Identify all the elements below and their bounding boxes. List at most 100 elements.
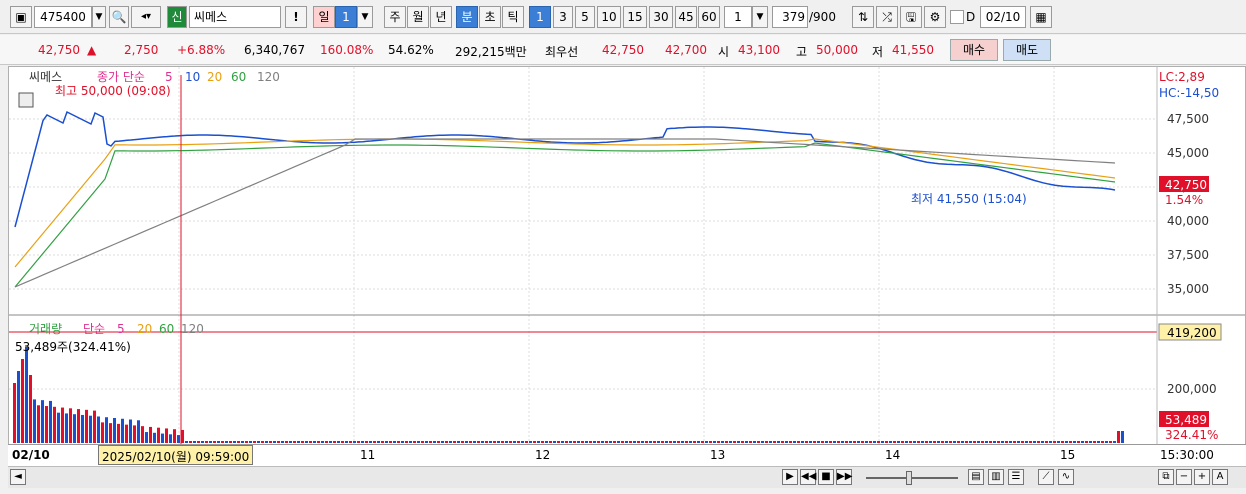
rewind-icon[interactable]: ◀◀ xyxy=(800,469,816,485)
volume-bar xyxy=(645,441,648,443)
chart-type-icon[interactable]: ⇅ xyxy=(852,6,874,28)
period-month[interactable]: 월 xyxy=(407,6,429,28)
chart-marks xyxy=(13,110,1124,443)
volume-bar xyxy=(133,425,136,443)
minute-45[interactable]: 45 xyxy=(675,6,697,28)
period-year[interactable]: 년 xyxy=(430,6,452,28)
zoom-fit-icon[interactable]: ⧉ xyxy=(1158,469,1174,485)
code-dropdown-button[interactable]: ▼ xyxy=(92,6,106,28)
volume-bar xyxy=(1069,441,1072,443)
volume-bar xyxy=(565,441,568,443)
play-icon[interactable]: ▶ xyxy=(782,469,798,485)
history-button[interactable]: ◂▾ xyxy=(131,6,161,28)
period-week[interactable]: 주 xyxy=(384,6,406,28)
scroll-left-icon[interactable]: ◄ xyxy=(10,469,26,485)
split-icon[interactable]: ▥ xyxy=(988,469,1004,485)
screen-icon[interactable]: ▣ xyxy=(10,6,32,28)
buy-button[interactable]: 매수 xyxy=(950,39,998,61)
date-input[interactable]: 02/10 xyxy=(980,6,1026,28)
volume-bar xyxy=(829,441,832,443)
price-volume-chart[interactable]: 씨메스 종가 단순 5 10 20 60 120 최고 50,000 (09:0… xyxy=(9,67,1245,445)
zoom-in-icon[interactable]: + xyxy=(1194,469,1210,485)
interval-input[interactable]: 1 xyxy=(724,6,752,28)
volume-ratio: 160.08% xyxy=(320,43,374,57)
volume-bar xyxy=(285,441,288,443)
volume-bar xyxy=(273,441,276,443)
volume-bar xyxy=(397,441,400,443)
indicator-icon[interactable]: ☰ xyxy=(1008,469,1024,485)
draw-tool-icon[interactable]: ∿ xyxy=(1058,469,1074,485)
date-checkbox[interactable] xyxy=(950,10,964,24)
scroll-bar[interactable]: ◄ ▶ ◀◀ ■ ▶▶ ▤ ▥ ☰ ⟋ ∿ ⧉ − + A xyxy=(8,466,1246,488)
alert-button[interactable]: ! xyxy=(285,6,307,28)
zoom-slider[interactable] xyxy=(866,477,958,479)
volume-bar xyxy=(417,441,420,443)
volume-bar xyxy=(1021,441,1024,443)
forward-icon[interactable]: ▶▶ xyxy=(836,469,852,485)
volume-bar xyxy=(57,412,60,443)
zoom-out-icon[interactable]: − xyxy=(1176,469,1192,485)
layout-icon[interactable]: ▤ xyxy=(968,469,984,485)
period-second[interactable]: 초 xyxy=(479,6,501,28)
volume-bar xyxy=(605,441,608,443)
period-dropdown-icon[interactable]: ▼ xyxy=(357,6,373,28)
minute-1[interactable]: 1 xyxy=(529,6,551,28)
volume-bar xyxy=(89,415,92,443)
turnover-rate: 54.62% xyxy=(388,43,434,57)
minute-10[interactable]: 10 xyxy=(597,6,621,28)
up-arrow-icon: ▲ xyxy=(87,43,97,57)
search-icon[interactable]: 🔍 xyxy=(109,6,129,28)
low-label: 저 xyxy=(872,45,884,59)
volume-bar xyxy=(781,441,784,443)
count-input[interactable]: 379 xyxy=(772,6,808,28)
settings-gear-icon[interactable]: ⚙ xyxy=(924,6,946,28)
volume-bar xyxy=(297,441,300,443)
sell-button[interactable]: 매도 xyxy=(1003,39,1051,61)
line-tool-icon[interactable]: ⟋ xyxy=(1038,469,1054,485)
volume-bar xyxy=(441,441,444,443)
volume-bar xyxy=(389,441,392,443)
volume-bar xyxy=(525,441,528,443)
volume-bar xyxy=(769,441,772,443)
volume-bar xyxy=(13,383,16,443)
volume-bar xyxy=(977,441,980,443)
volume-bar xyxy=(489,441,492,443)
volume-ma-label: 단순 xyxy=(83,322,105,336)
minute-60[interactable]: 60 xyxy=(698,6,720,28)
volume-bar xyxy=(633,441,636,443)
interval-dropdown-icon[interactable]: ▼ xyxy=(752,6,768,28)
volume-bar xyxy=(713,441,716,443)
auto-scale-icon[interactable]: A xyxy=(1212,469,1228,485)
minute-30[interactable]: 30 xyxy=(649,6,673,28)
volume-bar xyxy=(61,407,64,443)
volume-bar xyxy=(901,441,904,443)
volume-bar xyxy=(261,441,264,443)
volume-bar xyxy=(765,441,768,443)
volume-bar xyxy=(593,441,596,443)
minute-15[interactable]: 15 xyxy=(623,6,647,28)
volume-bar xyxy=(117,423,120,443)
compare-icon[interactable]: ⤮ xyxy=(876,6,898,28)
period-minute[interactable]: 분 xyxy=(456,6,478,28)
calendar-icon[interactable]: ▦ xyxy=(1030,6,1052,28)
chart-area[interactable]: 씨메스 종가 단순 5 10 20 60 120 최고 50,000 (09:0… xyxy=(8,66,1246,446)
volume-bar xyxy=(873,441,876,443)
volume-bar xyxy=(545,441,548,443)
minute-3[interactable]: 3 xyxy=(553,6,573,28)
volume-bar xyxy=(1033,441,1036,443)
price-tick: 47,500 xyxy=(1167,112,1209,126)
period-day[interactable]: 일 xyxy=(313,6,335,28)
volume-bar xyxy=(433,441,436,443)
period-tick[interactable]: 틱 xyxy=(502,6,524,28)
stock-name-field[interactable]: 씨메스 xyxy=(189,6,281,28)
volume-bar xyxy=(673,441,676,443)
save-icon[interactable]: 🖫 xyxy=(900,6,922,28)
volume-bar xyxy=(53,406,56,443)
minute-5[interactable]: 5 xyxy=(575,6,595,28)
volume-bar xyxy=(345,441,348,443)
stop-icon[interactable]: ■ xyxy=(818,469,834,485)
period-day-count[interactable]: 1 xyxy=(335,6,357,28)
zoom-slider-thumb[interactable] xyxy=(906,471,912,485)
stock-code-input[interactable]: 475400 xyxy=(34,6,92,28)
volume-bar xyxy=(953,441,956,443)
